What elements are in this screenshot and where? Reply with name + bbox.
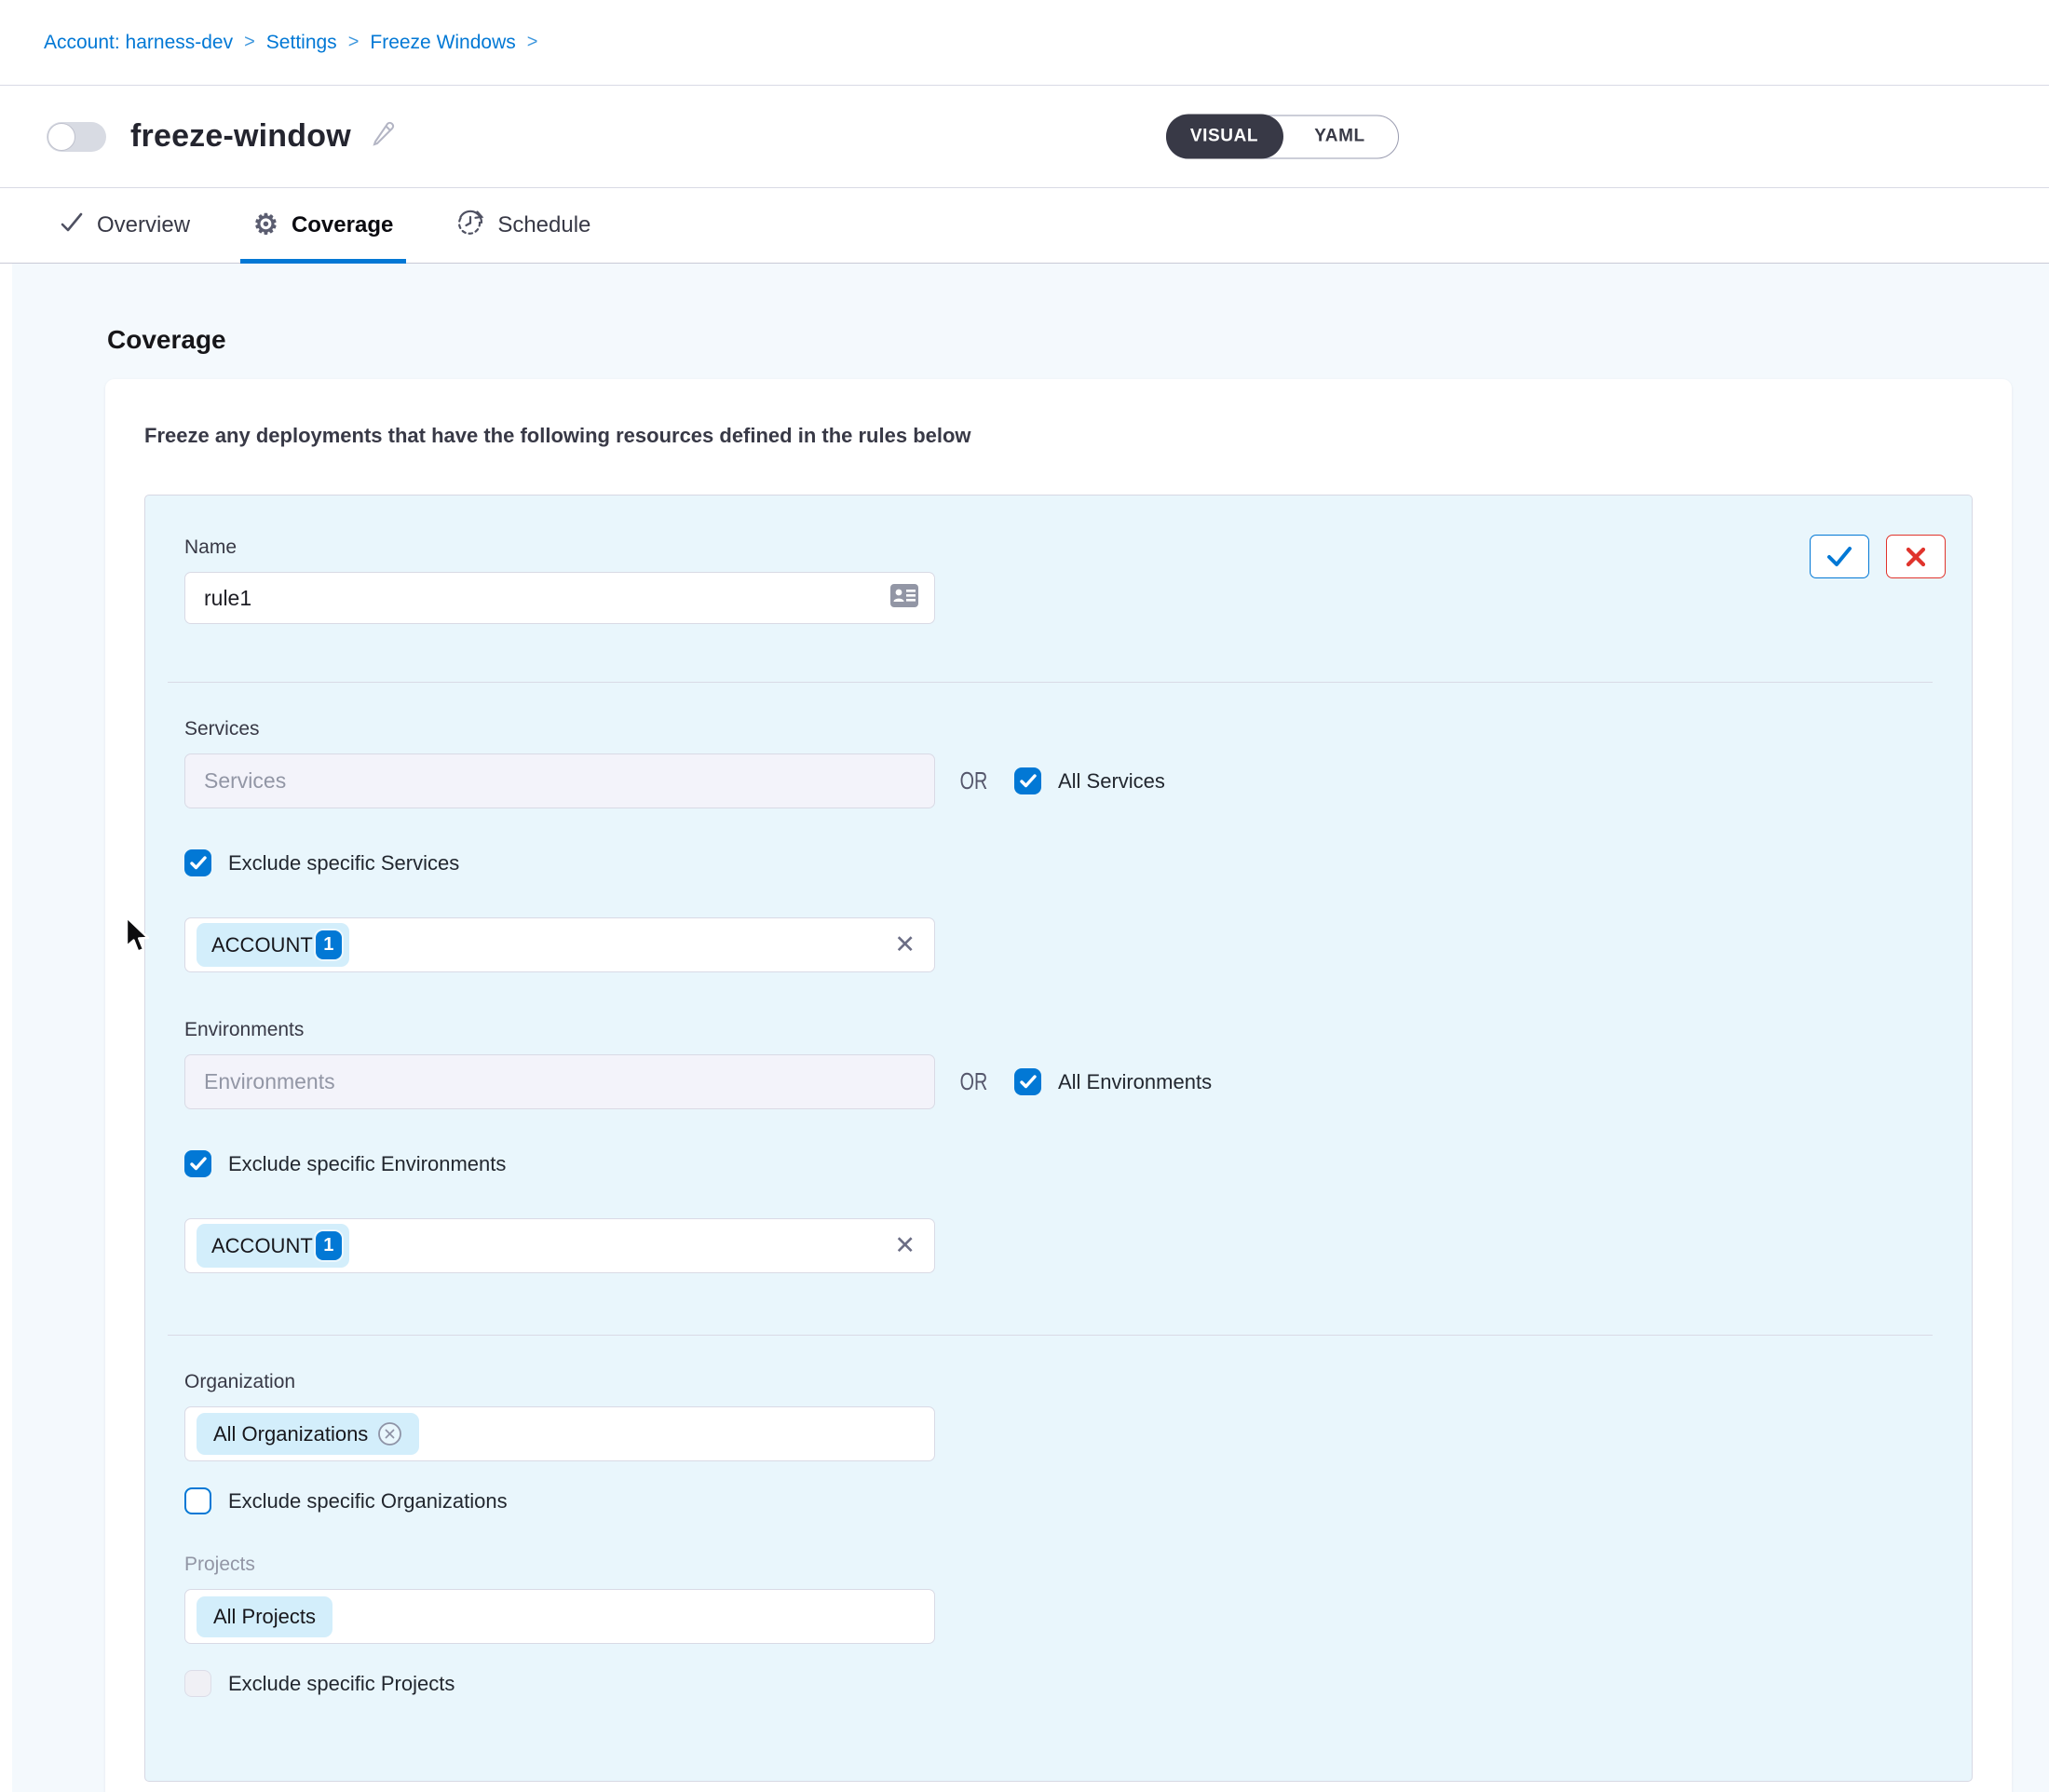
- freeze-enable-toggle[interactable]: [47, 122, 106, 152]
- rule-actions: [1810, 535, 1946, 578]
- all-services-checkbox-row[interactable]: All Services: [1014, 767, 1165, 794]
- breadcrumb: Account: harness-dev > Settings > Freeze…: [44, 32, 537, 54]
- tab-coverage[interactable]: ⚙ Coverage: [248, 188, 399, 263]
- exclude-environments-checkbox[interactable]: [184, 1150, 211, 1177]
- organization-label: Organization: [184, 1371, 1933, 1393]
- chip-label: ACCOUNT: [211, 1234, 313, 1258]
- tab-overview[interactable]: Overview: [54, 188, 196, 263]
- breadcrumb-freeze-windows-link[interactable]: Freeze Windows: [370, 32, 515, 54]
- name-label: Name: [184, 536, 1933, 559]
- card-intro-text: Freeze any deployments that have the fol…: [144, 424, 1973, 448]
- page-title: freeze-window: [130, 118, 351, 155]
- breadcrumb-separator: >: [527, 32, 538, 53]
- exclude-projects-label: Exclude specific Projects: [228, 1672, 455, 1696]
- breadcrumb-separator: >: [348, 32, 360, 53]
- left-strip: [0, 264, 12, 1792]
- schedule-icon: [456, 209, 484, 243]
- projects-label: Projects: [184, 1554, 1933, 1576]
- id-card-icon: [889, 583, 919, 613]
- name-input-wrap: [184, 572, 935, 624]
- exclude-environments-label: Exclude specific Environments: [228, 1152, 506, 1176]
- visual-view-button[interactable]: VISUAL: [1166, 115, 1283, 159]
- breadcrumb-settings-link[interactable]: Settings: [266, 32, 337, 54]
- title-bar: freeze-window VISUAL YAML: [0, 86, 2049, 188]
- exclude-organizations-checkbox[interactable]: [184, 1487, 211, 1514]
- exclude-services-label: Exclude specific Services: [228, 851, 459, 876]
- gear-icon: ⚙: [253, 211, 278, 239]
- projects-input[interactable]: All Projects: [184, 1589, 935, 1644]
- tab-bar: Overview ⚙ Coverage Schedule: [0, 188, 2049, 264]
- exclude-organizations-label: Exclude specific Organizations: [228, 1489, 508, 1514]
- all-environments-checkbox-row[interactable]: All Environments: [1014, 1068, 1212, 1095]
- all-environments-checkbox[interactable]: [1014, 1068, 1041, 1095]
- chip-count-badge: 1: [316, 930, 342, 959]
- excluded-services-input[interactable]: ACCOUNT 1 ✕: [184, 917, 935, 972]
- breadcrumb-account-link[interactable]: Account: harness-dev: [44, 32, 233, 54]
- chip-label: All Organizations: [213, 1422, 368, 1446]
- organization-input[interactable]: All Organizations: [184, 1406, 935, 1461]
- check-icon: [60, 210, 84, 241]
- environments-label: Environments: [184, 1019, 1933, 1041]
- exclude-services-checkbox-row[interactable]: Exclude specific Services: [184, 849, 1933, 876]
- all-environments-label: All Environments: [1058, 1070, 1212, 1094]
- exclude-projects-checkbox: [184, 1670, 211, 1697]
- name-input[interactable]: [204, 586, 889, 611]
- clear-icon[interactable]: ✕: [894, 1233, 916, 1258]
- view-switch: VISUAL YAML: [1166, 115, 1399, 158]
- exclude-services-checkbox[interactable]: [184, 849, 211, 876]
- chip-label: All Projects: [213, 1605, 316, 1629]
- services-input[interactable]: [184, 753, 935, 808]
- account-scope-chip[interactable]: ACCOUNT 1: [197, 1224, 349, 1268]
- excluded-environments-input[interactable]: ACCOUNT 1 ✕: [184, 1218, 935, 1273]
- confirm-rule-button[interactable]: [1810, 535, 1869, 578]
- coverage-heading: Coverage: [107, 325, 2049, 355]
- services-label: Services: [184, 718, 1933, 740]
- tab-schedule[interactable]: Schedule: [451, 188, 596, 263]
- all-services-label: All Services: [1058, 769, 1165, 794]
- divider: [168, 682, 1933, 683]
- or-label: OR: [960, 1067, 988, 1096]
- divider: [168, 1335, 1933, 1336]
- clear-icon[interactable]: ✕: [894, 932, 916, 957]
- or-label: OR: [960, 767, 988, 795]
- delete-rule-button[interactable]: [1886, 535, 1946, 578]
- breadcrumb-separator: >: [244, 32, 255, 53]
- coverage-card: Freeze any deployments that have the fol…: [105, 379, 2012, 1792]
- toggle-knob: [47, 123, 75, 151]
- yaml-view-button[interactable]: YAML: [1282, 115, 1398, 157]
- chip-remove-icon[interactable]: [377, 1421, 402, 1446]
- edit-pencil-icon[interactable]: [368, 119, 398, 154]
- all-services-checkbox[interactable]: [1014, 767, 1041, 794]
- account-scope-chip[interactable]: ACCOUNT 1: [197, 923, 349, 967]
- breadcrumb-bar: Account: harness-dev > Settings > Freeze…: [0, 0, 2049, 86]
- exclude-projects-checkbox-row: Exclude specific Projects: [184, 1670, 1933, 1697]
- exclude-environments-checkbox-row[interactable]: Exclude specific Environments: [184, 1150, 1933, 1177]
- chip-count-badge: 1: [316, 1231, 342, 1260]
- all-organizations-chip[interactable]: All Organizations: [197, 1413, 419, 1455]
- coverage-content: Coverage Freeze any deployments that hav…: [0, 264, 2049, 1792]
- chip-label: ACCOUNT: [211, 933, 313, 957]
- tab-label: Schedule: [497, 212, 590, 238]
- environments-input[interactable]: [184, 1054, 935, 1109]
- exclude-organizations-checkbox-row[interactable]: Exclude specific Organizations: [184, 1487, 1933, 1514]
- tab-label: Overview: [97, 212, 190, 238]
- rule-panel: Name Services OR All Services: [144, 495, 1973, 1782]
- tab-label: Coverage: [292, 212, 393, 238]
- all-projects-chip: All Projects: [197, 1596, 332, 1637]
